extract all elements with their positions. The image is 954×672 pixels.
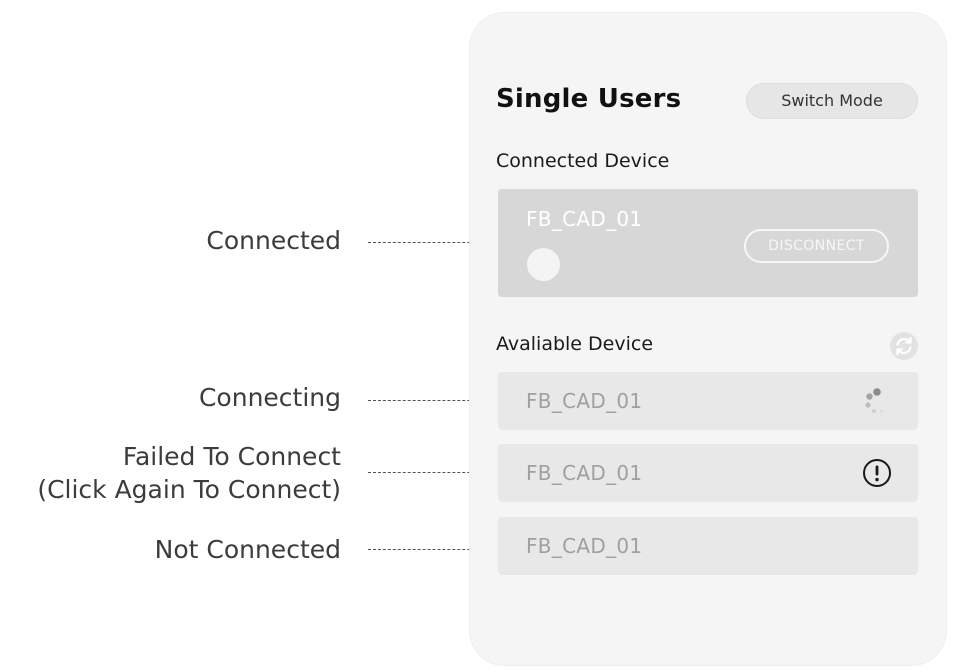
annotation-label: Not Connected xyxy=(154,535,341,564)
device-name: FB_CAD_01 xyxy=(526,461,643,485)
annotation-label: (Click Again To Connect) xyxy=(37,475,341,504)
connected-device-heading: Connected Device xyxy=(496,150,670,172)
spinner-icon xyxy=(865,388,883,413)
annotation-connecting: Connecting xyxy=(199,381,341,414)
device-row-failed[interactable]: FB_CAD_01 xyxy=(498,444,918,502)
device-row-not-connected[interactable]: FB_CAD_01 xyxy=(498,517,918,575)
device-name: FB_CAD_01 xyxy=(526,389,643,413)
device-status-dot xyxy=(527,248,560,281)
device-name: FB_CAD_01 xyxy=(526,534,643,558)
alert-circle-icon xyxy=(863,459,891,487)
annotation-not-connected: Not Connected xyxy=(155,533,341,566)
switch-mode-button[interactable]: Switch Mode xyxy=(746,83,918,119)
disconnect-button[interactable]: DISCONNECT xyxy=(744,229,889,263)
annotation-label: Connecting xyxy=(198,383,341,412)
refresh-icon[interactable] xyxy=(889,331,919,361)
canvas: Connected Connecting Failed To Connect (… xyxy=(0,0,954,672)
available-device-heading: Avaliable Device xyxy=(496,333,654,355)
annotation-label: Connected xyxy=(206,226,341,255)
annotation-failed: Failed To Connect (Click Again To Connec… xyxy=(37,440,341,506)
page-title: Single Users xyxy=(496,84,682,114)
connected-device-card[interactable]: FB_CAD_01 DISCONNECT xyxy=(498,189,918,297)
device-name: FB_CAD_01 xyxy=(526,207,643,231)
annotation-label: Failed To Connect xyxy=(122,442,341,471)
device-row-connecting[interactable]: FB_CAD_01 xyxy=(498,372,918,430)
annotation-connected: Connected xyxy=(206,224,341,257)
